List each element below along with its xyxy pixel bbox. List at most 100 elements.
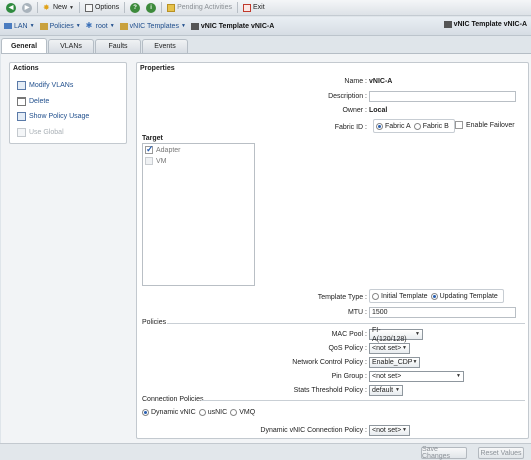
chevron-down-icon: ▼ bbox=[395, 387, 400, 393]
use-global-icon bbox=[17, 128, 26, 137]
breadcrumb-item-policies[interactable]: Policies ▼ bbox=[39, 22, 81, 30]
forward-button[interactable]: ▶ bbox=[19, 1, 35, 15]
updating-template-radio[interactable]: Updating Template bbox=[430, 292, 498, 300]
modify-vlans-action[interactable]: Modify VLANs bbox=[17, 81, 73, 90]
name-label: Name : bbox=[344, 78, 367, 85]
options-button[interactable]: Options bbox=[82, 1, 122, 15]
tab-label: VLANs bbox=[60, 43, 82, 50]
fabric-b-label: Fabric B bbox=[422, 122, 449, 130]
breadcrumb-label: root bbox=[95, 22, 108, 30]
options-label: Options bbox=[94, 4, 120, 11]
owner-label: Owner : bbox=[342, 107, 367, 114]
network-control-policy-select[interactable]: Enable_CDP ▼ bbox=[369, 357, 420, 368]
usnic-radio[interactable]: usNIC bbox=[198, 409, 227, 416]
forward-arrow-icon: ▶ bbox=[22, 2, 32, 13]
delete-action[interactable]: Delete bbox=[17, 97, 49, 106]
chevron-down-icon: ▼ bbox=[402, 345, 407, 351]
trash-icon bbox=[17, 97, 26, 106]
target-label-adapter: Adapter bbox=[156, 146, 181, 154]
section-divider bbox=[167, 323, 525, 324]
fabric-a-radio[interactable]: Fabric A bbox=[376, 122, 411, 130]
chevron-down-icon: ▼ bbox=[456, 373, 461, 379]
stats-threshold-policy-value: default bbox=[372, 387, 394, 394]
new-menu-button[interactable]: ✸ New ▼ bbox=[40, 1, 77, 15]
tab-vlans[interactable]: VLANs bbox=[48, 39, 94, 53]
action-label: Use Global bbox=[29, 129, 64, 136]
chevron-down-icon: ▼ bbox=[69, 4, 74, 11]
radio-selected bbox=[430, 292, 438, 300]
show-policy-usage-action[interactable]: Show Policy Usage bbox=[17, 112, 89, 121]
qos-policy-select[interactable]: <not set> ▼ bbox=[369, 343, 410, 354]
use-global-action[interactable]: Use Global bbox=[17, 128, 64, 137]
initial-template-radio[interactable]: Initial Template bbox=[372, 292, 428, 300]
help-icon: ? bbox=[130, 2, 141, 13]
target-label-vm: VM bbox=[156, 157, 167, 165]
target-list: Adapter VM bbox=[142, 143, 255, 286]
network-control-policy-value: Enable_CDP bbox=[372, 359, 413, 366]
properties-panel: Properties Name : vNIC-A Description : O… bbox=[136, 62, 529, 439]
modify-icon bbox=[17, 81, 26, 90]
breadcrumb-item-root[interactable]: ✱ root ▼ bbox=[86, 22, 115, 30]
qos-policy-value: <not set> bbox=[372, 345, 402, 352]
exit-button[interactable]: Exit bbox=[240, 1, 268, 15]
template-type-label: Template Type : bbox=[317, 294, 367, 301]
save-changes-button[interactable]: Save Changes bbox=[421, 446, 467, 460]
target-vm-checkbox[interactable]: VM bbox=[145, 157, 167, 165]
enable-failover-checkbox[interactable]: Enable Failover bbox=[455, 121, 515, 129]
checkbox-checked bbox=[145, 144, 154, 155]
properties-title: Properties bbox=[140, 65, 175, 72]
help-button[interactable]: ? bbox=[127, 1, 143, 15]
breadcrumb-current: vNIC Template vNIC-A bbox=[190, 22, 275, 30]
breadcrumb-item-lan[interactable]: LAN ▼ bbox=[4, 23, 35, 30]
breadcrumb-item-vnic-templates[interactable]: vNIC Templates ▼ bbox=[119, 22, 186, 30]
general-tab-content: Actions Modify VLANs Delete Show Policy … bbox=[1, 53, 531, 443]
mac-pool-select[interactable]: FI-A(120/128) ▼ bbox=[369, 327, 423, 343]
chevron-down-icon: ▼ bbox=[75, 23, 81, 29]
toolbar-divider bbox=[236, 2, 238, 13]
actions-panel: Actions Modify VLANs Delete Show Policy … bbox=[9, 62, 127, 144]
fabric-b-radio[interactable]: Fabric B bbox=[413, 122, 449, 130]
pending-activities-button[interactable]: Pending Activities bbox=[164, 1, 235, 15]
back-button[interactable]: ◀ bbox=[3, 1, 19, 15]
new-label: New bbox=[53, 4, 68, 11]
radio-selected bbox=[376, 122, 383, 130]
name-value: vNIC-A bbox=[369, 78, 393, 85]
tab-faults[interactable]: Faults bbox=[95, 39, 141, 53]
stats-threshold-policy-label: Stats Threshold Policy : bbox=[293, 387, 367, 394]
chevron-down-icon: ▼ bbox=[29, 23, 35, 29]
vmq-radio[interactable]: VMQ bbox=[230, 409, 255, 416]
connection-policy-group: Dynamic vNIC usNIC VMQ bbox=[142, 409, 258, 416]
radio-unselected bbox=[198, 409, 206, 416]
dynamic-vnic-connection-policy-select[interactable]: <not set> ▼ bbox=[369, 425, 410, 436]
actions-title: Actions bbox=[13, 65, 39, 72]
policies-icon bbox=[39, 22, 48, 30]
reset-values-button[interactable]: Reset Values bbox=[478, 447, 524, 459]
object-title: vNIC Template vNIC-A bbox=[443, 21, 527, 28]
dynamic-vnic-label: Dynamic vNIC bbox=[151, 409, 196, 416]
breadcrumb-label: LAN bbox=[14, 22, 28, 30]
info-button[interactable]: i bbox=[143, 1, 159, 15]
fabric-a-label: Fabric A bbox=[385, 122, 411, 130]
stats-threshold-policy-select[interactable]: default ▼ bbox=[369, 385, 403, 396]
mac-pool-value: FI-A(120/128) bbox=[372, 326, 407, 343]
options-icon bbox=[84, 3, 93, 12]
dynamic-vnic-connection-policy-label: Dynamic vNIC Connection Policy : bbox=[260, 427, 367, 434]
target-adapter-checkbox[interactable]: Adapter bbox=[145, 144, 181, 155]
description-input[interactable] bbox=[369, 91, 516, 102]
star-icon: ✸ bbox=[43, 2, 50, 12]
toolbar-divider bbox=[161, 2, 163, 13]
mac-pool-label: MAC Pool : bbox=[331, 331, 367, 338]
tab-label: Faults bbox=[108, 43, 128, 50]
mtu-input[interactable]: 1500 bbox=[369, 307, 516, 318]
vmq-label: VMQ bbox=[239, 409, 256, 416]
pin-group-select[interactable]: <not set> ▼ bbox=[369, 371, 464, 382]
breadcrumb-current-label: vNIC Template vNIC-A bbox=[200, 22, 275, 30]
dynamic-vnic-radio[interactable]: Dynamic vNIC bbox=[142, 409, 196, 416]
back-arrow-icon: ◀ bbox=[6, 2, 16, 13]
failover-label: Enable Failover bbox=[466, 121, 515, 129]
policy-usage-icon bbox=[17, 112, 26, 121]
chevron-down-icon: ▼ bbox=[109, 23, 115, 29]
tab-events[interactable]: Events bbox=[142, 39, 188, 53]
tab-general[interactable]: General bbox=[1, 38, 47, 53]
bottom-action-bar: Save Changes Reset Values bbox=[0, 443, 531, 460]
